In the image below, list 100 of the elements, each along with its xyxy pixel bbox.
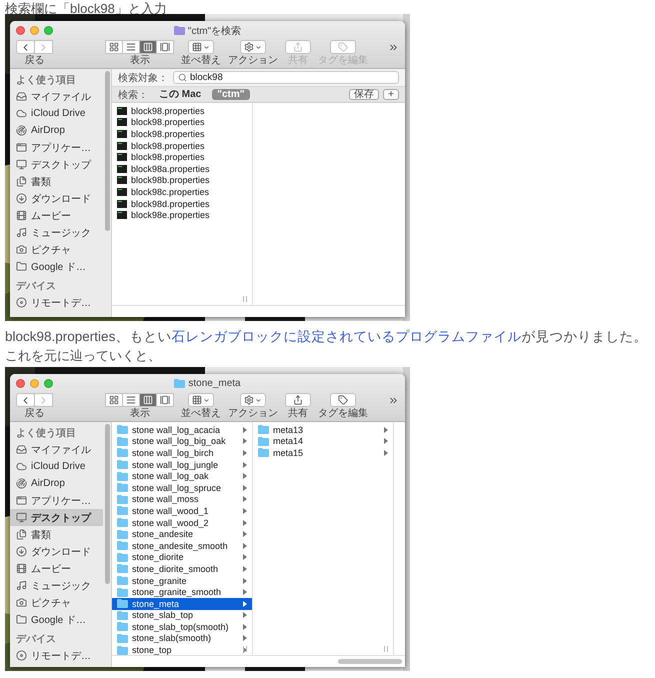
sidebar-item[interactable]: 書類 — [10, 173, 103, 190]
zoom-button[interactable] — [44, 379, 53, 388]
file-item[interactable]: block98c.properties — [112, 186, 252, 198]
cloud-icon — [16, 108, 27, 119]
file-item[interactable]: stone wall_log_big_oak — [112, 436, 252, 448]
file-item[interactable]: meta15 — [253, 447, 393, 459]
action-button[interactable] — [240, 40, 266, 54]
file-item[interactable]: stone wall_log_oak — [112, 470, 252, 482]
sidebar-item[interactable]: リモートデ… — [10, 294, 103, 311]
file-item[interactable]: block98d.properties — [112, 198, 252, 210]
view-mode-button[interactable] — [156, 40, 174, 54]
file-item[interactable]: block98.properties — [112, 140, 252, 152]
view-mode-button[interactable] — [156, 393, 174, 407]
toolbar-label: 共有 — [288, 408, 308, 419]
scrollbar-thumb[interactable] — [338, 659, 402, 664]
folder-icon — [117, 610, 128, 620]
back-button[interactable] — [16, 393, 35, 407]
sidebar-item[interactable]: ムービー — [10, 207, 103, 224]
sidebar-item[interactable]: リモートデ… — [10, 647, 103, 664]
action-button[interactable] — [240, 393, 266, 407]
sidebar-item[interactable]: マイファイル — [10, 88, 103, 105]
document-icon — [117, 130, 127, 138]
close-button[interactable] — [16, 379, 25, 388]
sidebar-item[interactable]: アプリケー… — [10, 492, 103, 509]
file-item[interactable]: stone wall_log_spruce — [112, 482, 252, 494]
sidebar-item[interactable]: ミュージック — [10, 224, 103, 241]
sidebar-item[interactable]: AirDrop — [10, 122, 103, 139]
arrange-button[interactable] — [188, 40, 214, 54]
file-item[interactable]: stone_andesite — [112, 528, 252, 540]
tag-button[interactable] — [330, 393, 356, 407]
file-item[interactable]: stone_granite — [112, 574, 252, 586]
sidebar-item[interactable]: ミュージック — [10, 577, 103, 594]
view-mode-button[interactable] — [105, 393, 123, 407]
file-item[interactable]: stone_diorite_smooth — [112, 563, 252, 575]
resize-handle-icon[interactable] — [384, 646, 388, 652]
file-item[interactable]: stone_slab_top(smooth) — [112, 621, 252, 633]
share-button[interactable] — [285, 393, 311, 407]
resize-handle-icon[interactable] — [243, 646, 247, 652]
file-item[interactable]: block98.properties — [112, 105, 252, 117]
sidebar-item[interactable]: 書類 — [10, 526, 103, 543]
file-item[interactable]: stone wall_log_jungle — [112, 458, 252, 470]
zoom-button[interactable] — [44, 26, 53, 35]
add-button[interactable]: + — [383, 89, 399, 100]
sidebar-item[interactable]: ダウンロード — [10, 190, 103, 207]
view-mode-button[interactable] — [122, 393, 140, 407]
sidebar-item[interactable]: ムービー — [10, 560, 103, 577]
sidebar-item[interactable]: ダウンロード — [10, 543, 103, 560]
file-item[interactable]: stone wall_wood_1 — [112, 505, 252, 517]
folder-icon — [117, 448, 128, 458]
search-field[interactable]: block98 — [173, 71, 399, 84]
search-icon — [178, 73, 187, 82]
view-mode-button[interactable] — [122, 40, 140, 54]
view-mode-button[interactable] — [139, 393, 157, 407]
sidebar-item[interactable]: マイファイル — [10, 441, 103, 458]
file-item[interactable]: stone_diorite — [112, 552, 252, 564]
file-item[interactable]: stone_top — [112, 644, 252, 656]
file-item[interactable]: meta14 — [253, 436, 393, 448]
sidebar-item[interactable]: iCloud Drive — [10, 105, 103, 122]
view-mode-button[interactable] — [139, 40, 157, 54]
file-item[interactable]: block98b.properties — [112, 174, 252, 186]
sidebar-item[interactable]: iCloud Drive — [10, 458, 103, 475]
file-item[interactable]: stone_slab_top — [112, 610, 252, 622]
back-button[interactable] — [16, 40, 35, 54]
link[interactable]: 石レンガブロックに設定されているプログラムファイル — [171, 329, 522, 344]
file-item[interactable]: stone_granite_smooth — [112, 586, 252, 598]
close-button[interactable] — [16, 26, 25, 35]
file-item[interactable]: block98.properties — [112, 128, 252, 140]
sidebar-item[interactable]: デスクトップ — [10, 156, 103, 173]
save-button[interactable]: 保存 — [349, 89, 380, 100]
scrollbar-thumb[interactable] — [104, 424, 110, 584]
file-item[interactable]: stone_meta — [112, 598, 252, 610]
overflow-icon[interactable] — [388, 42, 399, 53]
scrollbar-thumb[interactable] — [104, 71, 110, 231]
file-item[interactable]: block98a.properties — [112, 162, 252, 175]
file-item[interactable]: block98.properties — [112, 151, 252, 163]
sidebar-item[interactable]: アプリケー… — [10, 139, 103, 156]
file-item[interactable]: meta13 — [253, 424, 393, 436]
sidebar-item[interactable]: AirDrop — [10, 475, 103, 492]
document-icon — [117, 142, 127, 150]
view-mode-button[interactable] — [105, 40, 123, 54]
file-item[interactable]: stone_slab(smooth) — [112, 632, 252, 644]
resize-handle-icon[interactable] — [243, 296, 247, 302]
overflow-icon[interactable] — [388, 395, 399, 406]
tag-icon — [338, 395, 348, 405]
sidebar-item[interactable]: デスクトップ — [10, 509, 103, 526]
sidebar-item[interactable]: ピクチャ — [10, 594, 103, 611]
folder-icon — [174, 379, 186, 388]
file-item[interactable]: stone wall_log_acacia — [112, 424, 252, 436]
sidebar-item[interactable]: Google ド… — [10, 258, 103, 275]
file-item[interactable]: block98.properties — [112, 116, 252, 128]
file-item[interactable]: stone wall_moss — [112, 494, 252, 506]
file-item[interactable]: stone_andesite_smooth — [112, 540, 252, 552]
sidebar-item[interactable]: Google ド… — [10, 611, 103, 628]
arrange-button[interactable] — [188, 393, 214, 407]
caret-icon — [255, 44, 262, 50]
sidebar-item[interactable]: ピクチャ — [10, 241, 103, 258]
file-item[interactable]: block98e.properties — [112, 209, 252, 221]
file-item[interactable]: stone wall_wood_2 — [112, 516, 252, 528]
file-item[interactable]: stone wall_log_birch — [112, 447, 252, 459]
scope-button[interactable]: この Mac — [154, 89, 206, 100]
